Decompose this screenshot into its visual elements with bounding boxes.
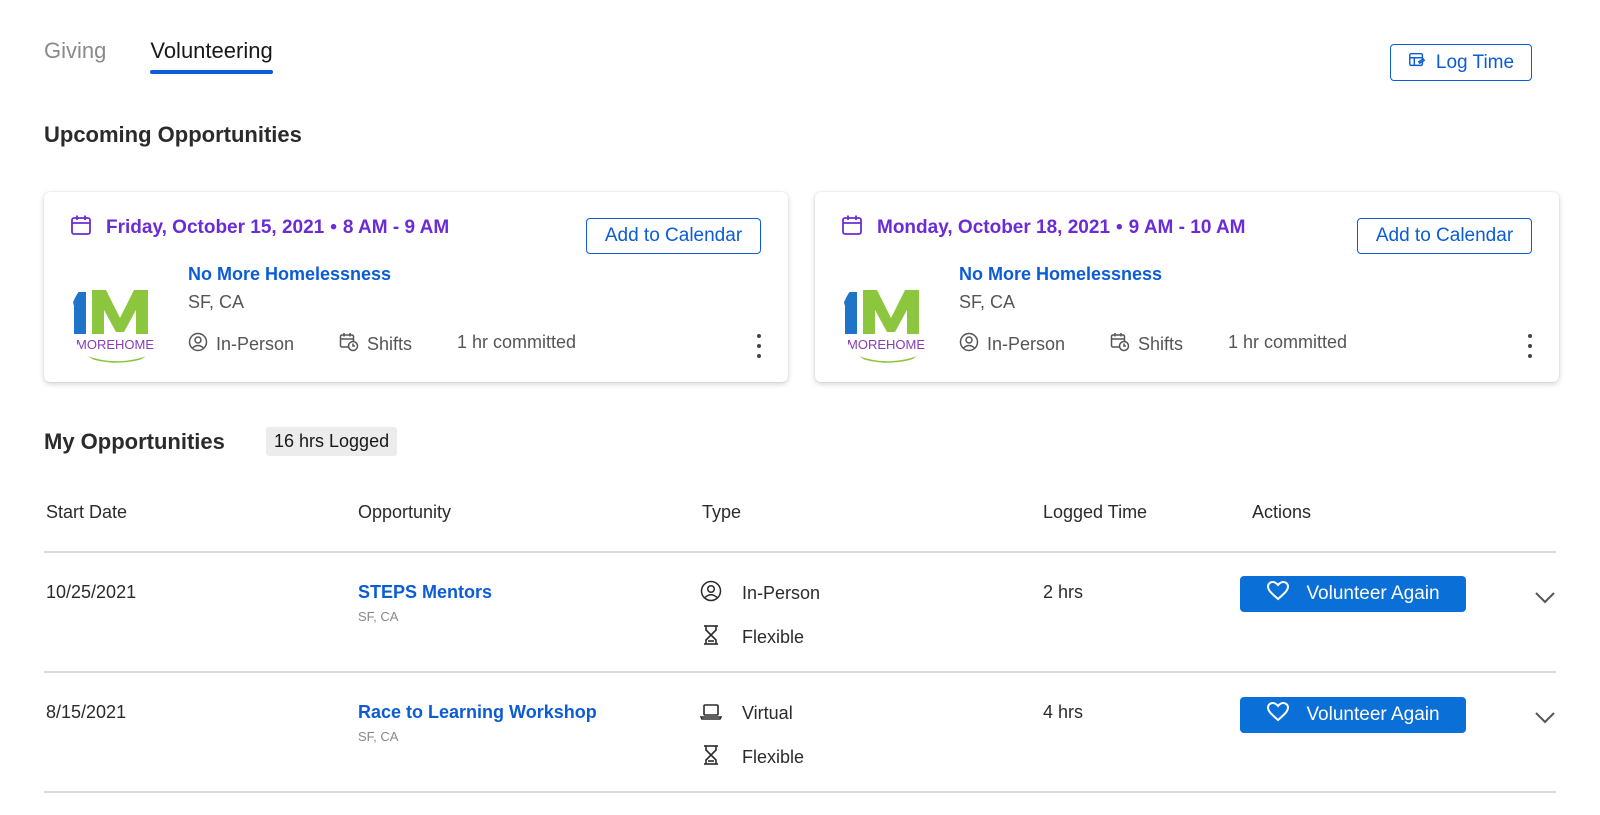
log-time-label: Log Time bbox=[1435, 51, 1515, 73]
org-logo-text: MOREHOME bbox=[76, 337, 154, 352]
type-secondary-label: Flexible bbox=[742, 747, 805, 767]
divider bbox=[44, 551, 1556, 553]
org-name-link[interactable]: No More Homelessness bbox=[188, 264, 391, 285]
log-time-button[interactable]: Log Time bbox=[1390, 44, 1532, 81]
volunteer-again-button[interactable]: Volunteer Again bbox=[1240, 697, 1466, 733]
mode-info: In-Person bbox=[959, 332, 1065, 357]
shift-label: Shifts bbox=[367, 334, 413, 354]
calendar-icon bbox=[70, 214, 92, 242]
upcoming-opportunities-heading: Upcoming Opportunities bbox=[44, 122, 302, 147]
logged-time-cell: 2 hrs bbox=[1043, 582, 1084, 602]
column-header-logged-time[interactable]: Logged Time bbox=[1043, 502, 1147, 523]
calendar-clock-icon bbox=[1110, 332, 1130, 357]
org-location: SF, CA bbox=[959, 292, 1016, 312]
event-time: 8 AM - 9 AM bbox=[342, 217, 450, 238]
person-circle-icon bbox=[188, 332, 208, 357]
volunteer-again-label: Volunteer Again bbox=[1306, 704, 1440, 725]
opportunity-location: SF, CA bbox=[358, 729, 399, 744]
type-primary: Virtual bbox=[699, 700, 793, 727]
mode-label: In-Person bbox=[216, 334, 295, 354]
upcoming-card: Monday, October 18, 2021 • 9 AM - 10 AM Ad… bbox=[815, 192, 1559, 382]
person-circle-icon bbox=[700, 580, 722, 607]
laptop-icon bbox=[699, 700, 723, 727]
shift-info: Shifts bbox=[1110, 332, 1183, 357]
hourglass-icon bbox=[700, 744, 722, 771]
mode-info: In-Person bbox=[188, 332, 294, 357]
person-circle-icon bbox=[959, 332, 979, 357]
mode-label: In-Person bbox=[987, 334, 1066, 354]
org-location: SF, CA bbox=[188, 292, 245, 312]
timesheet-icon bbox=[1408, 51, 1426, 75]
volunteer-again-label: Volunteer Again bbox=[1306, 583, 1440, 604]
tab-giving[interactable]: Giving bbox=[44, 38, 106, 74]
column-header-opportunity[interactable]: Opportunity bbox=[358, 502, 451, 523]
shift-label: Shifts bbox=[1138, 334, 1184, 354]
org-logo: MOREHOME bbox=[841, 272, 935, 366]
kebab-menu-icon[interactable] bbox=[1525, 334, 1535, 358]
my-opportunities-heading: My Opportunities bbox=[44, 429, 225, 454]
column-header-type[interactable]: Type bbox=[702, 502, 741, 523]
kebab-menu-icon[interactable] bbox=[754, 334, 764, 358]
hours-logged-badge: 16 hrs Logged bbox=[266, 427, 398, 456]
shift-info: Shifts bbox=[339, 332, 412, 357]
org-logo-text: MOREHOME bbox=[847, 337, 925, 352]
heart-icon bbox=[1266, 700, 1290, 730]
start-date-cell: 10/25/2021 bbox=[46, 582, 137, 602]
event-datetime: Friday, October 15, 2021 • 8 AM - 9 AM bbox=[70, 214, 449, 242]
tab-volunteering[interactable]: Volunteering bbox=[150, 38, 274, 74]
calendar-clock-icon bbox=[339, 332, 359, 357]
column-header-start-date[interactable]: Start Date bbox=[46, 502, 127, 523]
type-primary-label: Virtual bbox=[742, 703, 793, 723]
add-to-calendar-button[interactable]: Add to Calendar bbox=[1357, 218, 1532, 254]
type-secondary: Flexible bbox=[700, 624, 804, 651]
divider bbox=[44, 791, 1556, 793]
type-secondary-label: Flexible bbox=[742, 627, 805, 647]
event-date: Monday, October 18, 2021 bbox=[877, 217, 1111, 238]
upcoming-card: Friday, October 15, 2021 • 8 AM - 9 AM Add… bbox=[44, 192, 788, 382]
commitment-info: 1 hr committed bbox=[457, 332, 577, 352]
divider bbox=[44, 671, 1556, 673]
calendar-icon bbox=[841, 214, 863, 242]
opportunity-location: SF, CA bbox=[358, 609, 399, 624]
org-name-link[interactable]: No More Homelessness bbox=[959, 264, 1162, 285]
heart-icon bbox=[1266, 579, 1290, 609]
volunteer-again-button[interactable]: Volunteer Again bbox=[1240, 576, 1466, 612]
org-logo: MOREHOME bbox=[70, 272, 164, 366]
type-primary-label: In-Person bbox=[742, 583, 821, 603]
add-to-calendar-button[interactable]: Add to Calendar bbox=[586, 218, 761, 254]
column-header-actions: Actions bbox=[1252, 502, 1312, 522]
logged-time-cell: 4 hrs bbox=[1043, 702, 1084, 722]
chevron-down-icon[interactable] bbox=[1532, 704, 1558, 730]
event-date: Friday, October 15, 2021 bbox=[106, 217, 325, 238]
hourglass-icon bbox=[700, 624, 722, 651]
chevron-down-icon[interactable] bbox=[1532, 584, 1558, 610]
event-time: 9 AM - 10 AM bbox=[1128, 217, 1246, 238]
opportunity-link[interactable]: Race to Learning Workshop bbox=[358, 702, 597, 723]
start-date-cell: 8/15/2021 bbox=[46, 702, 127, 722]
event-datetime: Monday, October 18, 2021 • 9 AM - 10 AM bbox=[841, 214, 1246, 242]
tab-bar: Giving Volunteering bbox=[44, 38, 274, 74]
type-primary: In-Person bbox=[700, 580, 820, 607]
opportunity-link[interactable]: STEPS Mentors bbox=[358, 582, 492, 603]
type-secondary: Flexible bbox=[700, 744, 804, 771]
commitment-info: 1 hr committed bbox=[1228, 332, 1348, 352]
